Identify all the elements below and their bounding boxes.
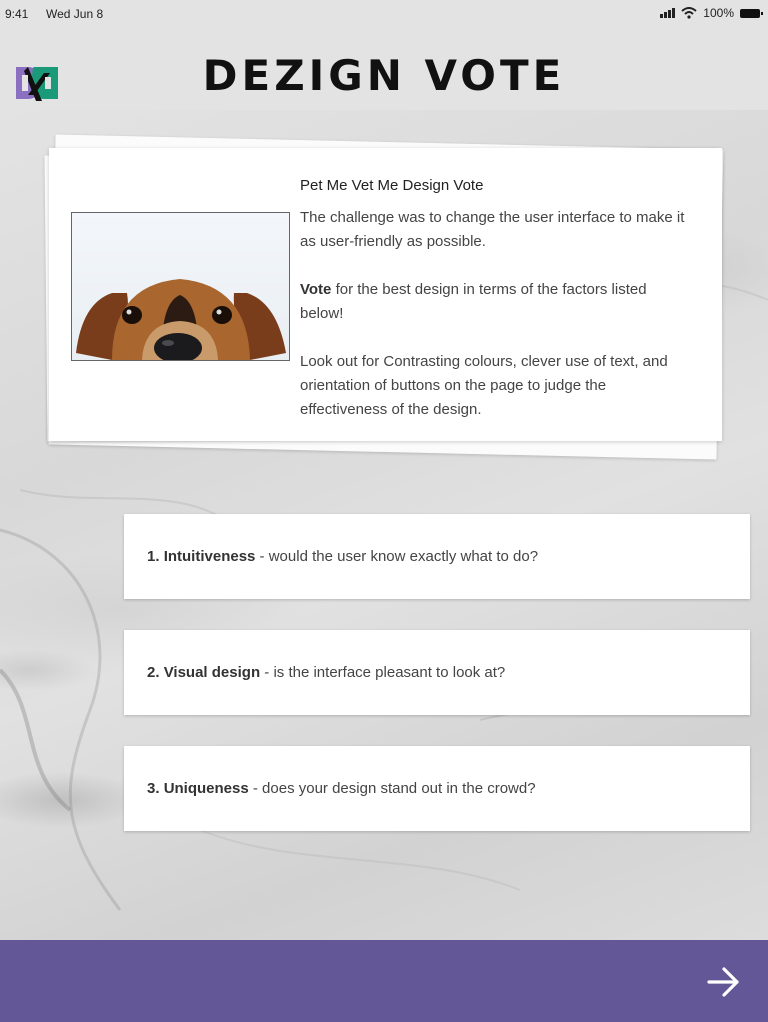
status-bar: 9:41 Wed Jun 8 100% — [0, 0, 768, 30]
tips-paragraph: Look out for Contrasting colours, clever… — [300, 353, 668, 418]
criterion-number: 1. — [147, 548, 160, 565]
criterion-name: Visual design — [163, 664, 261, 681]
battery-icon — [740, 8, 763, 18]
vote-paragraph: Vote for the best design in terms of the… — [300, 278, 685, 326]
signal-icon — [660, 8, 676, 18]
criterion-name: Intuitiveness — [163, 548, 256, 565]
app-header: DEZIGN VOTE — [0, 30, 768, 110]
vote-paragraph-text: for the best design in terms of the fact… — [300, 281, 647, 322]
intro-paragraph: The challenge was to change the user int… — [300, 209, 685, 250]
footer-bar — [0, 940, 768, 1022]
criterion-name: Uniqueness — [163, 780, 249, 797]
criterion-uniqueness[interactable]: 3. Uniqueness - does your design stand o… — [124, 746, 750, 831]
criterion-description: - would the user know exactly what to do… — [255, 548, 539, 565]
page-title: DEZIGN VOTE — [202, 51, 566, 100]
intro-card: Pet Me Vet Me Design Vote The challenge … — [49, 148, 722, 441]
wifi-icon — [681, 7, 697, 19]
criterion-text: 2. Visual design - is the interface plea… — [147, 664, 505, 681]
criterion-visual-design[interactable]: 2. Visual design - is the interface plea… — [124, 630, 750, 715]
criterion-number: 3. — [147, 780, 160, 797]
criterion-description: - is the interface pleasant to look at? — [260, 664, 506, 681]
criterion-number: 2. — [147, 664, 160, 681]
criterion-description: - does your design stand out in the crow… — [248, 780, 536, 797]
vote-bold: Vote — [300, 281, 332, 298]
status-date: Wed Jun 8 — [46, 7, 104, 21]
criterion-text: 3. Uniqueness - does your design stand o… — [147, 780, 536, 797]
criterion-text: 1. Intuitiveness - would the user know e… — [147, 548, 538, 565]
arrow-right-icon[interactable] — [706, 964, 742, 1000]
intro-text: Pet Me Vet Me Design Vote The challenge … — [300, 174, 685, 446]
status-time: 9:41 — [5, 7, 29, 21]
battery-percent: 100% — [703, 6, 734, 20]
card-title: Pet Me Vet Me Design Vote — [300, 177, 484, 194]
dog-photo — [71, 212, 290, 361]
criterion-intuitiveness[interactable]: 1. Intuitiveness - would the user know e… — [124, 514, 750, 599]
